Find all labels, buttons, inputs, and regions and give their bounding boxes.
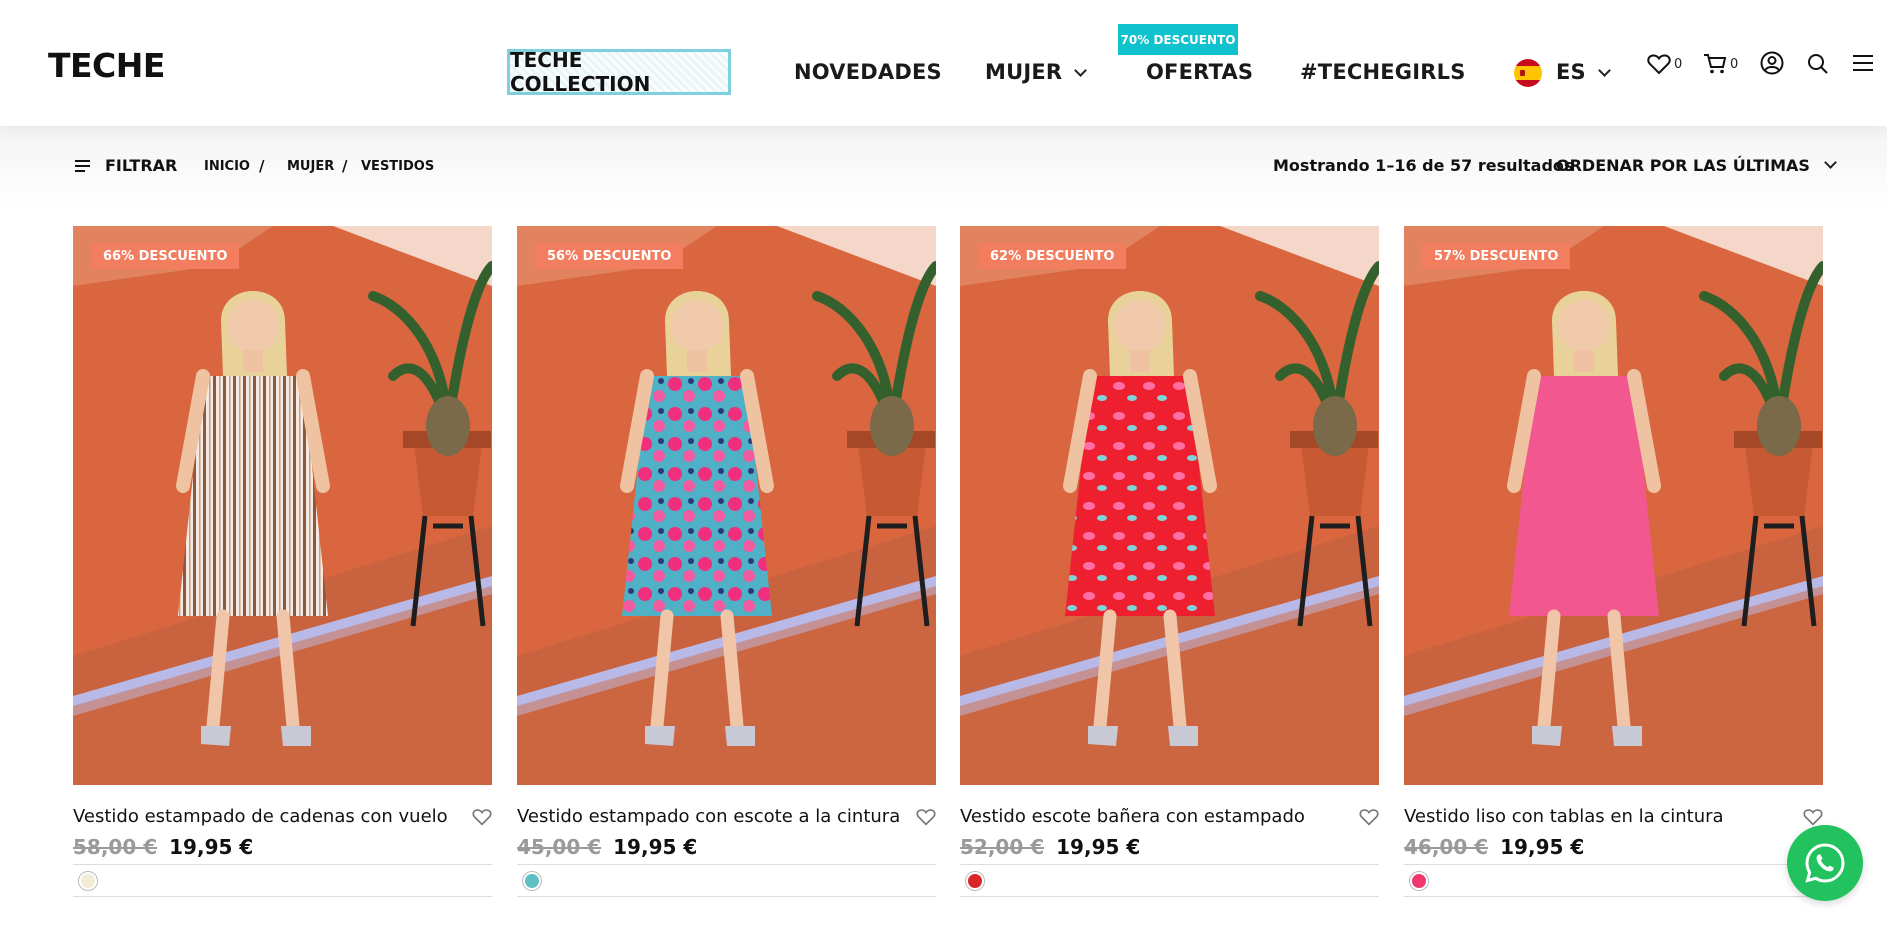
divider	[1404, 864, 1823, 865]
discount-badge: 57% DESCUENTO	[1422, 243, 1571, 269]
cart-button[interactable]: 0	[1703, 53, 1738, 75]
discount-badge: 56% DESCUENTO	[535, 243, 684, 269]
language-label: ES	[1556, 60, 1586, 84]
breadcrumb-separator: /	[259, 157, 265, 175]
divider	[517, 896, 936, 897]
discount-badge: 62% DESCUENTO	[978, 243, 1127, 269]
sale-price: 19,95 €	[169, 835, 254, 859]
add-to-wishlist-button[interactable]	[472, 808, 492, 830]
old-price: 58,00 €	[73, 835, 158, 859]
sort-label: ORDENAR POR LAS ÚLTIMAS	[1556, 156, 1810, 175]
site-header: TECHE TECHE COLLECTION NOVEDADES MUJER 7…	[0, 0, 1887, 126]
menu-icon	[1853, 55, 1873, 71]
product-name[interactable]: Vestido estampado de cadenas con vuelo	[73, 806, 448, 827]
sale-price: 19,95 €	[1056, 835, 1141, 859]
whatsapp-icon	[1805, 843, 1845, 883]
product-name[interactable]: Vestido estampado con escote a la cintur…	[517, 806, 900, 827]
divider	[517, 864, 936, 865]
menu-button[interactable]	[1852, 54, 1874, 72]
heart-icon	[1647, 54, 1671, 75]
filter-lines-icon	[75, 159, 90, 172]
breadcrumb-separator: /	[342, 157, 348, 175]
nav-mujer-label: MUJER	[985, 60, 1063, 84]
product-price: 52,00 € 19,95 €	[960, 835, 1140, 859]
heart-icon	[916, 809, 936, 826]
product-price: 46,00 € 19,95 €	[1404, 835, 1584, 859]
product-card[interactable]: 66% DESCUENTO Vestido estampado de caden…	[73, 226, 492, 897]
sort-dropdown[interactable]: ORDENAR POR LAS ÚLTIMAS	[1556, 156, 1837, 175]
old-price: 45,00 €	[517, 835, 602, 859]
shop-toolbar: FILTRAR INICIO / MUJER / VESTIDOS Mostra…	[0, 126, 1887, 206]
add-to-wishlist-button[interactable]	[1359, 808, 1379, 830]
whatsapp-button[interactable]	[1787, 825, 1863, 901]
nav-mujer[interactable]: MUJER	[985, 60, 1088, 84]
spain-flag-icon[interactable]	[1514, 59, 1542, 87]
account-icon	[1760, 51, 1784, 75]
color-swatch[interactable]	[78, 871, 98, 891]
old-price: 52,00 €	[960, 835, 1045, 859]
product-image[interactable]: 56% DESCUENTO	[517, 226, 936, 785]
logo[interactable]: TECHE	[48, 46, 165, 85]
nav-novedades[interactable]: NOVEDADES	[794, 60, 942, 84]
product-card[interactable]: 57% DESCUENTO Vestido liso con tablas en…	[1404, 226, 1823, 897]
account-button[interactable]	[1760, 51, 1784, 75]
breadcrumb-vestidos: VESTIDOS	[361, 159, 435, 174]
product-price: 45,00 € 19,95 €	[517, 835, 697, 859]
wishlist-button[interactable]: 0	[1647, 53, 1682, 75]
divider	[73, 896, 492, 897]
wishlist-count: 0	[1674, 56, 1683, 72]
breadcrumb-mujer[interactable]: MUJER	[287, 159, 334, 174]
breadcrumb-inicio[interactable]: INICIO	[204, 159, 250, 174]
sale-price: 19,95 €	[613, 835, 698, 859]
divider	[960, 896, 1379, 897]
product-name[interactable]: Vestido escote bañera con estampado	[960, 806, 1305, 827]
product-image[interactable]: 57% DESCUENTO	[1404, 226, 1823, 785]
chevron-down-icon	[1598, 64, 1611, 77]
filter-label: FILTRAR	[105, 156, 178, 175]
cart-icon	[1704, 54, 1727, 74]
color-swatch[interactable]	[1409, 871, 1429, 891]
chevron-down-icon	[1074, 64, 1088, 77]
old-price: 46,00 €	[1404, 835, 1489, 859]
nav-teche-collection[interactable]: TECHE COLLECTION	[507, 48, 731, 96]
product-price: 58,00 € 19,95 €	[73, 835, 253, 859]
ofertas-discount-badge: 70% DESCUENTO	[1118, 24, 1238, 55]
search-button[interactable]	[1807, 53, 1829, 75]
chevron-down-icon	[1824, 156, 1837, 169]
nav-ofertas[interactable]: OFERTAS	[1146, 60, 1253, 84]
divider	[1404, 896, 1823, 897]
product-name[interactable]: Vestido liso con tablas en la cintura	[1404, 806, 1724, 827]
search-icon	[1808, 54, 1828, 74]
filter-button[interactable]: FILTRAR	[74, 156, 177, 175]
color-swatch[interactable]	[965, 871, 985, 891]
add-to-wishlist-button[interactable]	[916, 808, 936, 830]
discount-badge: 66% DESCUENTO	[91, 243, 240, 269]
product-card[interactable]: 56% DESCUENTO Vestido estampado con esco…	[517, 226, 936, 897]
language-selector[interactable]: ES	[1556, 60, 1611, 84]
sale-price: 19,95 €	[1500, 835, 1585, 859]
results-count: Mostrando 1–16 de 57 resultados	[1273, 156, 1574, 175]
heart-icon	[472, 809, 492, 826]
product-image[interactable]: 66% DESCUENTO	[73, 226, 492, 785]
divider	[960, 864, 1379, 865]
heart-icon	[1803, 809, 1823, 826]
divider	[73, 864, 492, 865]
cart-count: 0	[1730, 56, 1739, 72]
product-card[interactable]: 62% DESCUENTO Vestido escote bañera con …	[960, 226, 1379, 897]
heart-icon	[1359, 809, 1379, 826]
product-image[interactable]: 62% DESCUENTO	[960, 226, 1379, 785]
color-swatch[interactable]	[522, 871, 542, 891]
nav-techegirls[interactable]: #TECHEGIRLS	[1300, 60, 1466, 84]
